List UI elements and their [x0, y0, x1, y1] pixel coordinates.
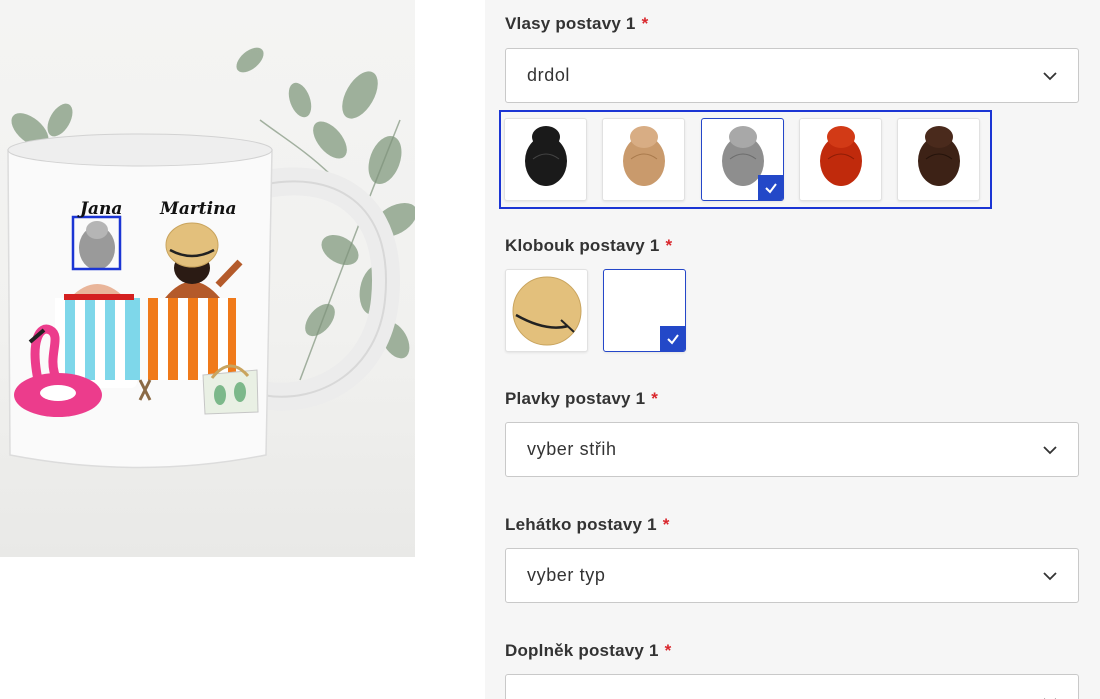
- required-mark: *: [651, 389, 659, 408]
- hair-style-value: drdol: [527, 65, 571, 85]
- accessory-label-text: Doplněk postavy 1: [505, 641, 659, 660]
- chevron-down-icon: [1044, 698, 1056, 699]
- lounger-field-label: Lehátko postavy 1 *: [505, 515, 670, 535]
- mug-illustration: [7, 47, 415, 469]
- selected-check: [660, 326, 685, 351]
- swimsuit-select[interactable]: vyber střih: [505, 422, 1079, 477]
- swimsuit-value: vyber střih: [527, 439, 617, 459]
- hat-option-none[interactable]: [603, 269, 686, 352]
- hair-swatch-blonde[interactable]: [602, 118, 685, 201]
- checkmark-icon: [666, 333, 679, 345]
- chevron-down-icon: [1043, 72, 1057, 81]
- hair-bun-icon: [918, 126, 960, 186]
- required-mark: *: [641, 14, 649, 33]
- chevron-down-icon: [1043, 446, 1057, 455]
- swimsuit-field-label: Plavky postavy 1 *: [505, 389, 658, 409]
- straw-hat-icon: [512, 276, 582, 346]
- hair-swatch-brown[interactable]: [897, 118, 980, 201]
- hair-bun-icon: [820, 126, 862, 186]
- hair-style-select[interactable]: drdol: [505, 48, 1079, 103]
- hat-field-label: Klobouk postavy 1 *: [505, 236, 672, 256]
- swimsuit-label-text: Plavky postavy 1: [505, 389, 646, 408]
- hair-swatch-grey[interactable]: [701, 118, 784, 201]
- required-mark: *: [664, 641, 672, 660]
- hair-bun-icon: [623, 126, 665, 186]
- hair-color-swatches: [499, 110, 992, 209]
- checkmark-icon: [764, 182, 777, 194]
- hair-bun-icon: [525, 126, 567, 186]
- customization-form: Vlasy postavy 1 * drdol Klobouk postavy …: [485, 0, 1100, 699]
- accessory-field-label: Doplněk postavy 1 *: [505, 641, 671, 661]
- hair-field-label: Vlasy postavy 1 *: [505, 14, 648, 34]
- hair-label-text: Vlasy postavy 1: [505, 14, 636, 33]
- hat-option-straw[interactable]: [505, 269, 588, 352]
- name-label-2: Martina: [160, 199, 237, 219]
- product-preview: Jana Martina: [0, 0, 415, 557]
- required-mark: *: [662, 515, 670, 534]
- lounger-value: vyber typ: [527, 565, 606, 585]
- hair-swatch-black[interactable]: [504, 118, 587, 201]
- hair-swatch-red[interactable]: [799, 118, 882, 201]
- lounger-label-text: Lehátko postavy 1: [505, 515, 657, 534]
- lounger-select[interactable]: vyber typ: [505, 548, 1079, 603]
- hat-label-text: Klobouk postavy 1: [505, 236, 660, 255]
- required-mark: *: [665, 236, 673, 255]
- accessory-select[interactable]: [505, 674, 1079, 699]
- name-label-1: Jana: [80, 199, 123, 219]
- chevron-down-icon: [1043, 572, 1057, 581]
- page: Jana Martina Vlasy postavy 1 * drdol Klo…: [0, 0, 1100, 699]
- selected-check: [758, 175, 783, 200]
